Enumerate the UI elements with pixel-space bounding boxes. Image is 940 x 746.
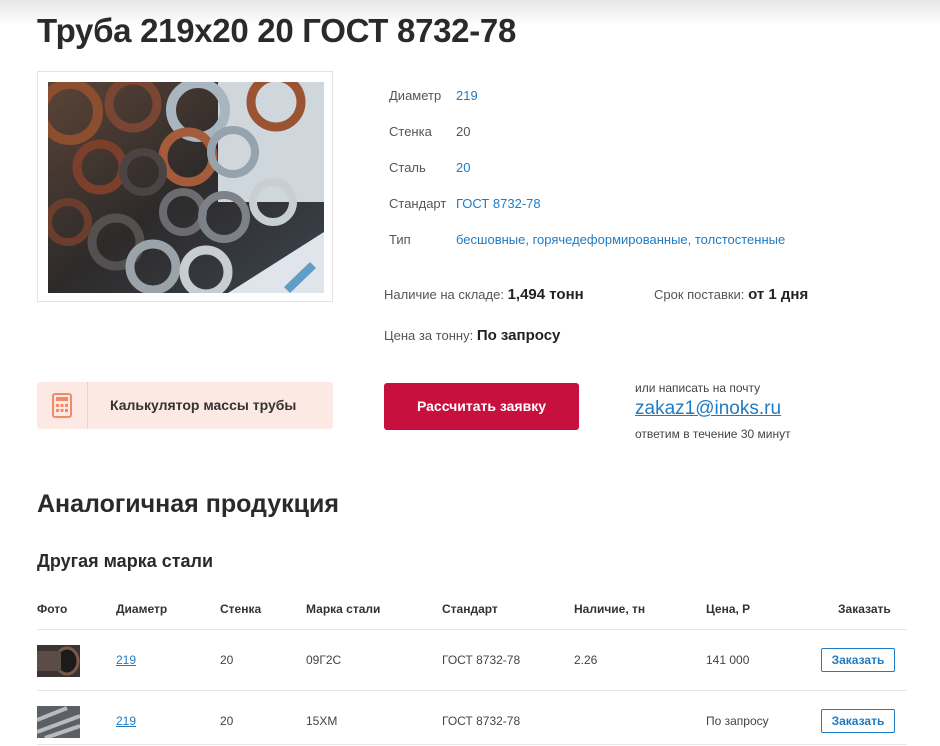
calculator-icon bbox=[37, 382, 88, 429]
spec-label: Стандарт bbox=[389, 196, 447, 211]
product-photo-frame[interactable] bbox=[37, 71, 333, 302]
spec-value-link[interactable]: бесшовные, горячедеформированные, толсто… bbox=[456, 232, 785, 247]
column-header-stock: Наличие, тн bbox=[574, 602, 646, 616]
column-header-grade: Марка стали bbox=[306, 602, 381, 616]
spec-label: Стенка bbox=[389, 124, 432, 139]
order-button[interactable]: Заказать bbox=[821, 709, 895, 733]
row-stock: 2.26 bbox=[574, 653, 598, 667]
price-info: Цена за тонну: По запросу bbox=[384, 327, 560, 344]
spec-label: Тип bbox=[389, 232, 411, 247]
page-title: Труба 219х20 20 ГОСТ 8732-78 bbox=[37, 12, 517, 49]
stock-label: Наличие на складе: bbox=[384, 287, 504, 302]
pipe-thumbnail[interactable] bbox=[37, 645, 80, 677]
stock-value: 1,494 тонн bbox=[507, 286, 584, 303]
request-order-button[interactable]: Рассчитать заявку bbox=[384, 383, 579, 430]
row-wall: 20 bbox=[220, 714, 234, 728]
row-standard: ГОСТ 8732-78 bbox=[442, 714, 521, 728]
column-header-price: Цена, Р bbox=[706, 602, 751, 616]
row-diameter-link[interactable]: 219 bbox=[116, 653, 136, 667]
row-standard: ГОСТ 8732-78 bbox=[442, 653, 521, 667]
pipe-thumbnail[interactable] bbox=[37, 706, 80, 738]
table-divider bbox=[37, 629, 907, 630]
row-diameter-link[interactable]: 219 bbox=[116, 714, 136, 728]
product-photo bbox=[48, 82, 324, 293]
spec-value-link[interactable]: 219 bbox=[456, 88, 478, 103]
response-time-note: ответим в течение 30 минут bbox=[635, 427, 791, 441]
contact-note: или написать на почту bbox=[635, 381, 761, 395]
spec-label: Диаметр bbox=[389, 88, 442, 103]
column-header-standard: Стандарт bbox=[442, 602, 498, 616]
similar-products-heading: Аналогичная продукция bbox=[37, 490, 339, 518]
other-grade-subheading: Другая марка стали bbox=[37, 551, 214, 571]
spec-label: Сталь bbox=[389, 160, 426, 175]
delivery-value: от 1 дня bbox=[748, 286, 809, 303]
price-value: По запросу bbox=[476, 327, 561, 344]
row-wall: 20 bbox=[220, 653, 234, 667]
table-divider bbox=[37, 690, 907, 691]
spec-value-link[interactable]: ГОСТ 8732-78 bbox=[456, 196, 541, 211]
table-divider bbox=[37, 744, 907, 745]
price-label: Цена за тонну: bbox=[384, 328, 474, 343]
calculator-button[interactable]: Калькулятор массы трубы bbox=[37, 382, 333, 429]
row-price: По запросу bbox=[706, 714, 769, 728]
column-header-order: Заказать bbox=[838, 602, 891, 616]
delivery-info: Срок поставки: от 1 дня bbox=[654, 286, 808, 303]
calculator-label: Калькулятор массы трубы bbox=[110, 397, 297, 413]
delivery-label: Срок поставки: bbox=[654, 287, 745, 302]
column-header-wall: Стенка bbox=[220, 602, 262, 616]
spec-value: 20 bbox=[456, 124, 471, 139]
row-grade: 15ХМ bbox=[306, 714, 338, 728]
spec-value-link[interactable]: 20 bbox=[456, 160, 470, 175]
row-price: 141 000 bbox=[706, 653, 750, 667]
order-button[interactable]: Заказать bbox=[821, 648, 895, 672]
email-link[interactable]: zakaz1@inoks.ru bbox=[635, 398, 781, 420]
row-grade: 09Г2С bbox=[306, 653, 342, 667]
column-header-diameter: Диаметр bbox=[116, 602, 168, 616]
stock-info: Наличие на складе: 1,494 тонн bbox=[384, 286, 584, 303]
column-header-photo: Фото bbox=[37, 602, 68, 616]
